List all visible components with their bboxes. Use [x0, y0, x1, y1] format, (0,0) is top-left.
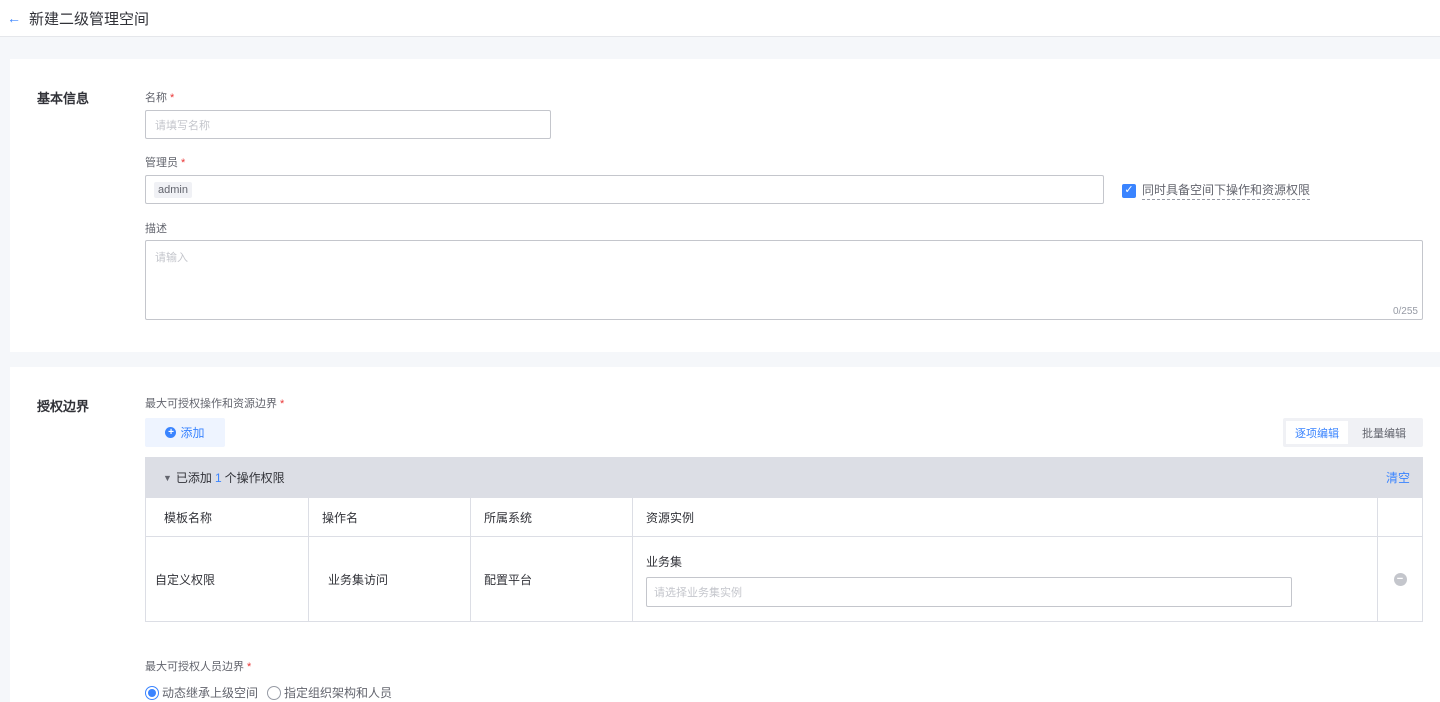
- top-bar: ← 新建二级管理空间: [0, 0, 1440, 37]
- basic-info-card: 基本信息 名称 * 请填写名称 管理员 * admin ✓ 同时具备空间下操作和资源…: [10, 59, 1440, 352]
- admin-tag[interactable]: admin: [154, 181, 192, 198]
- column-header: [1378, 498, 1422, 536]
- both-permissions-checkbox[interactable]: ✓ 同时具备空间下操作和资源权限: [1122, 181, 1311, 200]
- arrow-left-icon[interactable]: ←: [7, 11, 21, 25]
- admin-label-text: 管理员: [145, 157, 178, 169]
- section-title-auth: 授权边界: [37, 399, 90, 414]
- row-actions-cell: −: [1378, 537, 1422, 621]
- system-cell: 配置平台: [471, 537, 633, 621]
- template-name-cell: 自定义权限: [146, 537, 309, 621]
- edit-mode-switch: 逐项编辑 批量编辑: [1283, 418, 1423, 447]
- tab-item-edit[interactable]: 逐项编辑: [1286, 421, 1348, 444]
- column-header: 资源实例: [633, 498, 1378, 536]
- resource-instance-cell: 业务集 请选择业务集实例: [633, 537, 1378, 621]
- permission-summary-header[interactable]: ▼ 已添加 1 个操作权限 清空: [146, 458, 1422, 497]
- admin-label: 管理员 *: [145, 154, 185, 170]
- desc-placeholder: 请输入: [155, 252, 188, 264]
- max-ops-label: 最大可授权操作和资源边界 *: [145, 395, 284, 411]
- resource-select-placeholder: 请选择业务集实例: [654, 587, 742, 599]
- caret-down-icon[interactable]: ▼: [163, 473, 172, 483]
- page-title: 新建二级管理空间: [29, 10, 150, 28]
- checkbox-label: 同时具备空间下操作和资源权限: [1142, 181, 1311, 200]
- required-mark: *: [170, 92, 175, 104]
- radio-unselected-icon[interactable]: [267, 685, 282, 700]
- required-mark: *: [280, 398, 285, 410]
- name-label-text: 名称: [145, 92, 167, 104]
- column-header: 操作名: [309, 498, 471, 536]
- radio-inherit[interactable]: 动态继承上级空间: [145, 684, 258, 701]
- user-boundary-radio-group: 动态继承上级空间 指定组织架构和人员: [145, 684, 401, 701]
- resource-type-label: 业务集: [646, 555, 683, 569]
- radio-specify[interactable]: 指定组织架构和人员: [267, 684, 392, 701]
- admin-input[interactable]: admin: [145, 175, 1104, 204]
- table-header-row: 模板名称 操作名 所属系统 资源实例: [146, 497, 1422, 536]
- table-row: 自定义权限 业务集访问 配置平台 业务集 请选择业务集实例 −: [146, 536, 1422, 621]
- radio-selected-icon[interactable]: [145, 685, 159, 700]
- name-input-placeholder: 请填写名称: [155, 119, 210, 132]
- name-label: 名称 *: [145, 89, 174, 105]
- radio-inherit-label: 动态继承上级空间: [162, 686, 259, 700]
- summary-suffix: 个操作权限: [224, 471, 285, 485]
- add-button-label: 添加: [180, 426, 205, 440]
- tab-batch-edit[interactable]: 批量编辑: [1348, 421, 1420, 444]
- checkmark-icon[interactable]: ✓: [1122, 183, 1136, 198]
- char-count: 0/255: [1392, 306, 1418, 317]
- minus-circle-icon[interactable]: −: [1393, 572, 1407, 586]
- add-button[interactable]: + 添加: [145, 418, 225, 447]
- max-ops-label-text: 最大可授权操作和资源边界: [145, 398, 277, 410]
- column-header: 所属系统: [471, 498, 633, 536]
- permission-table: ▼ 已添加 1 个操作权限 清空 模板名称 操作名 所属系统 资源实例 自定义权限 …: [145, 457, 1423, 622]
- name-input[interactable]: 请填写名称: [145, 110, 551, 139]
- auth-boundary-card: 授权边界 最大可授权操作和资源边界 * + 添加 逐项编辑 批量编辑 ▼ 已添加 1…: [10, 367, 1440, 702]
- max-users-label: 最大可授权人员边界 *: [145, 658, 251, 674]
- column-header: 模板名称: [146, 498, 309, 536]
- required-mark: *: [247, 661, 252, 673]
- action-name-cell: 业务集访问: [309, 537, 471, 621]
- desc-label: 描述: [145, 223, 167, 235]
- plus-circle-icon: +: [165, 427, 177, 438]
- desc-textarea[interactable]: 请输入 0/255: [145, 240, 1423, 320]
- max-users-label-text: 最大可授权人员边界: [145, 661, 244, 673]
- summary-text: 已添加 1 个操作权限: [176, 469, 285, 486]
- summary-prefix: 已添加: [175, 471, 212, 485]
- clear-button[interactable]: 清空: [1386, 469, 1410, 486]
- radio-specify-label: 指定组织架构和人员: [284, 686, 393, 700]
- summary-count: 1: [214, 471, 222, 485]
- required-mark: *: [181, 157, 186, 169]
- section-title-basic: 基本信息: [37, 91, 90, 106]
- resource-instance-select[interactable]: 请选择业务集实例: [646, 577, 1292, 607]
